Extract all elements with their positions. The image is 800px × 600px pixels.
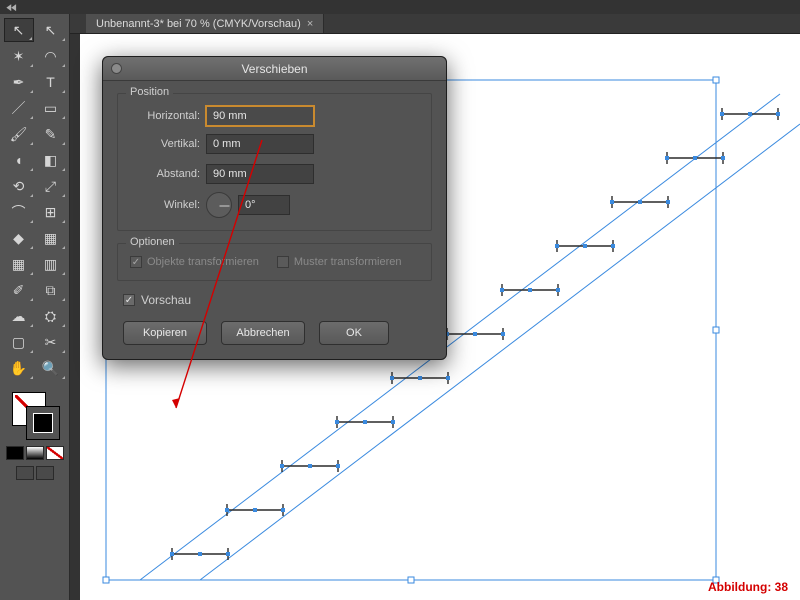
tool-selection[interactable]: ↖: [4, 18, 34, 42]
dialog-titlebar[interactable]: Verschieben: [103, 57, 446, 81]
tool-artboard[interactable]: ▢: [4, 330, 34, 354]
document-tab-strip: Unbenannt-3* bei 70 % (CMYK/Vorschau) ×: [0, 14, 800, 34]
checkbox-preview-label: Vorschau: [141, 293, 191, 307]
tool-shape-builder[interactable]: ◆: [4, 226, 34, 250]
tool-pencil[interactable]: ✎: [36, 122, 66, 146]
label-angle: Winkel:: [130, 199, 206, 211]
checkbox-transform-objects: Objekte transformieren: [130, 256, 259, 268]
tool-slice[interactable]: ✂: [36, 330, 66, 354]
tool-width[interactable]: ⌒: [4, 200, 34, 224]
group-position-title: Position: [126, 86, 173, 98]
screen-mode-full[interactable]: [36, 466, 54, 480]
tool-lasso[interactable]: ◠: [36, 44, 66, 68]
color-mode-none[interactable]: [46, 446, 64, 460]
tool-column-graph[interactable]: ⛭: [36, 304, 66, 328]
close-icon[interactable]: ×: [307, 18, 313, 30]
document-tab-title: Unbenannt-3* bei 70 % (CMYK/Vorschau): [96, 18, 301, 30]
cancel-button[interactable]: Abbrechen: [221, 321, 305, 345]
input-horizontal[interactable]: [206, 106, 314, 126]
panel-collapse-icon[interactable]: ◀◀: [6, 0, 17, 14]
app-menubar: ◀◀: [0, 0, 800, 14]
group-options: Optionen Objekte transformieren Muster t…: [117, 243, 432, 281]
tool-eraser[interactable]: ◧: [36, 148, 66, 172]
move-dialog: Verschieben Position Horizontal: Vertika…: [102, 56, 447, 360]
tool-hand[interactable]: ✋: [4, 356, 34, 380]
stroke-swatch[interactable]: [26, 406, 60, 440]
tool-rectangle[interactable]: ▭: [36, 96, 66, 120]
tool-mesh[interactable]: ▦: [4, 252, 34, 276]
label-vertical: Vertikal:: [130, 138, 206, 150]
tool-blend[interactable]: ⧉: [36, 278, 66, 302]
tool-magic-wand[interactable]: ✶: [4, 44, 34, 68]
traffic-light-close-icon[interactable]: [111, 63, 122, 74]
check-icon: [277, 256, 289, 268]
figure-caption: Abbildung: 38: [708, 580, 788, 594]
dialog-title: Verschieben: [241, 62, 307, 76]
tool-scale[interactable]: ⤢: [36, 174, 66, 198]
check-icon: [123, 294, 135, 306]
group-options-title: Optionen: [126, 236, 179, 248]
tool-free-transform[interactable]: ⊞: [36, 200, 66, 224]
checkbox-transform-patterns-label: Muster transformieren: [294, 256, 402, 268]
tool-blob-brush[interactable]: ◖: [4, 148, 34, 172]
ok-button[interactable]: OK: [319, 321, 389, 345]
tool-gradient[interactable]: ▥: [36, 252, 66, 276]
tool-paintbrush[interactable]: 🖌: [4, 122, 34, 146]
document-tab[interactable]: Unbenannt-3* bei 70 % (CMYK/Vorschau) ×: [86, 14, 324, 33]
screen-mode-row: [16, 466, 54, 480]
tool-type[interactable]: T: [36, 70, 66, 94]
copy-button[interactable]: Kopieren: [123, 321, 207, 345]
tool-direct-selection[interactable]: ↖: [36, 18, 66, 42]
input-vertical[interactable]: [206, 134, 314, 154]
screen-mode-normal[interactable]: [16, 466, 34, 480]
input-distance[interactable]: [206, 164, 314, 184]
fill-stroke-swatches[interactable]: [10, 390, 60, 440]
color-mode-solid[interactable]: [6, 446, 24, 460]
checkbox-preview[interactable]: Vorschau: [123, 293, 432, 307]
label-horizontal: Horizontal:: [130, 110, 206, 122]
label-distance: Abstand:: [130, 168, 206, 180]
tool-eyedropper[interactable]: ✐: [4, 278, 34, 302]
tool-symbol-sprayer[interactable]: ☁: [4, 304, 34, 328]
color-mode-gradient[interactable]: [26, 446, 44, 460]
checkbox-transform-patterns: Muster transformieren: [277, 256, 402, 268]
check-icon: [130, 256, 142, 268]
tool-pen[interactable]: ✒: [4, 70, 34, 94]
tool-zoom[interactable]: 🔍: [36, 356, 66, 380]
tool-rotate[interactable]: ⟲: [4, 174, 34, 198]
group-position: Position Horizontal: Vertikal: Abstand: …: [117, 93, 432, 231]
checkbox-transform-objects-label: Objekte transformieren: [147, 256, 259, 268]
angle-dial[interactable]: [206, 192, 232, 218]
color-mode-row: [6, 446, 64, 460]
input-angle[interactable]: [238, 195, 290, 215]
tool-line-segment[interactable]: ／: [4, 96, 34, 120]
tools-panel: ↖↖✶◠✒T／▭🖌✎◖◧⟲⤢⌒⊞◆▦▦▥✐⧉☁⛭▢✂✋🔍: [0, 14, 70, 600]
tool-perspective-grid[interactable]: ▦: [36, 226, 66, 250]
